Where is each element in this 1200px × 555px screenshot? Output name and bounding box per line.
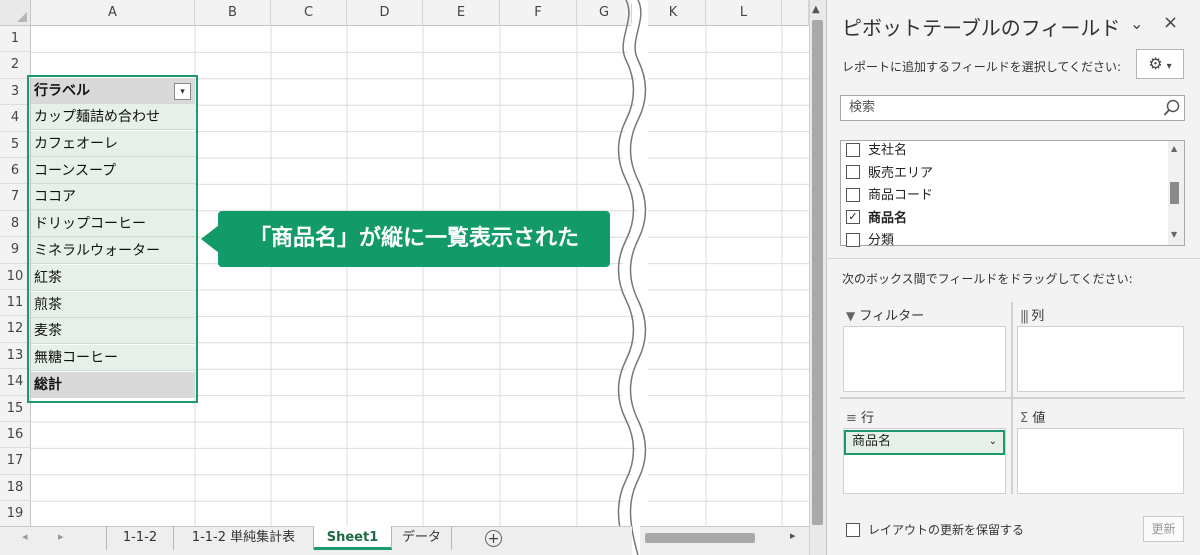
column-header-c[interactable]: C xyxy=(271,0,347,26)
sheet-tab-data[interactable]: データ xyxy=(392,526,452,550)
field-search-input[interactable]: 検索 xyxy=(840,95,1185,121)
checkbox-icon[interactable] xyxy=(846,187,860,202)
column-header-b[interactable]: B xyxy=(195,0,271,26)
sigma-icon: Σ xyxy=(1020,411,1029,426)
field-scroll-thumb[interactable] xyxy=(1170,182,1179,204)
scroll-right-arrow-icon[interactable]: ▸ xyxy=(790,529,796,542)
field-item[interactable]: ✓ 商品名 xyxy=(846,208,907,230)
row-header-17[interactable]: 17 xyxy=(0,448,31,475)
drag-instructions: 次のボックス間でフィールドをドラッグしてください: xyxy=(842,272,1133,286)
field-label: 支社名 xyxy=(868,143,908,158)
columns-area-label: ||| 列 xyxy=(1020,305,1044,324)
gear-icon[interactable]: ⚙ ▾ xyxy=(1136,49,1184,79)
filters-area-text: フィルター xyxy=(859,309,925,324)
select-all-corner[interactable] xyxy=(0,0,31,26)
scroll-up-arrow-icon[interactable]: ▲ xyxy=(812,4,820,15)
tab-scroll-right-icon[interactable]: ▸ xyxy=(58,530,64,543)
row-header-1[interactable]: 1 xyxy=(0,26,31,53)
column-header-f[interactable]: F xyxy=(500,0,577,26)
vertical-scroll-thumb[interactable] xyxy=(812,20,823,525)
row-header-19[interactable]: 19 xyxy=(0,501,31,528)
area-horizontal-divider xyxy=(840,397,1185,399)
sheet-tab-sheet1[interactable]: Sheet1 xyxy=(314,526,392,550)
field-label: 商品名 xyxy=(868,210,908,226)
field-label: 販売エリア xyxy=(868,165,934,181)
search-icon[interactable] xyxy=(1163,99,1181,117)
checkbox-icon[interactable] xyxy=(846,232,860,247)
tab-scroll-left-icon[interactable]: ◂ xyxy=(22,530,28,543)
field-item[interactable]: 販売エリア xyxy=(846,163,933,185)
values-area-label: Σ 値 xyxy=(1020,407,1045,426)
field-label: 商品コード xyxy=(868,188,934,203)
columns-icon: ||| xyxy=(1020,309,1029,324)
pane-subtitle: レポートに追加するフィールドを選択してください: xyxy=(842,60,1122,74)
sheet-break-divider xyxy=(617,0,648,555)
add-sheet-icon[interactable]: + xyxy=(485,530,502,547)
field-item[interactable]: 商品コード xyxy=(846,185,933,207)
rows-field-chip[interactable]: 商品名 ⌄ xyxy=(844,430,1005,455)
field-item[interactable]: 分類 xyxy=(846,230,894,252)
defer-checkbox-box[interactable] xyxy=(846,522,860,537)
field-label: 分類 xyxy=(868,233,895,248)
columns-drop-area[interactable] xyxy=(1017,326,1184,392)
pane-title: ピボットテーブルのフィールド xyxy=(842,16,1121,40)
column-header-e[interactable]: E xyxy=(423,0,500,26)
defer-update-text: レイアウトの更新を保留する xyxy=(868,523,1025,537)
column-header-k[interactable]: K xyxy=(640,0,706,26)
rows-area-text: 行 xyxy=(861,411,875,426)
callout-pointer xyxy=(201,225,219,253)
field-scroll-up-icon[interactable]: ▲ xyxy=(1171,144,1177,153)
filter-icon: ▼ xyxy=(846,309,856,323)
defer-update-checkbox[interactable]: レイアウトの更新を保留する xyxy=(846,521,1024,538)
columns-area-text: 列 xyxy=(1031,309,1045,324)
column-header-a[interactable]: A xyxy=(31,0,195,26)
rows-icon: ≡ xyxy=(846,411,857,426)
rows-chip-text: 商品名 xyxy=(852,434,892,449)
column-header-d[interactable]: D xyxy=(347,0,423,26)
pivot-highlight-frame xyxy=(27,75,198,403)
checkbox-icon[interactable] xyxy=(846,165,860,179)
sheet-tab-summary[interactable]: 1-1-2 単純集計表 xyxy=(174,526,314,550)
values-area-text: 値 xyxy=(1032,411,1046,426)
column-header-l[interactable]: L xyxy=(706,0,782,26)
close-icon[interactable]: × xyxy=(1163,12,1178,33)
sheet-tab-1-1-2[interactable]: 1-1-2 xyxy=(106,526,174,550)
values-drop-area[interactable] xyxy=(1017,428,1184,494)
pane-divider xyxy=(826,258,1200,259)
rows-area-label: ≡ 行 xyxy=(846,407,874,426)
filters-area-label: ▼ フィルター xyxy=(846,305,924,324)
chip-dropdown-icon[interactable]: ⌄ xyxy=(989,432,997,452)
horizontal-scroll-thumb[interactable] xyxy=(645,533,755,543)
column-header-m[interactable] xyxy=(782,0,809,26)
update-button[interactable]: 更新 xyxy=(1143,516,1184,542)
field-item[interactable]: 支社名 xyxy=(846,140,907,162)
checkbox-icon[interactable] xyxy=(846,142,860,157)
annotation-callout: 「商品名」が縦に一覧表示された xyxy=(218,211,610,267)
row-header-18[interactable]: 18 xyxy=(0,474,31,502)
checkbox-checked-icon[interactable]: ✓ xyxy=(846,210,860,224)
filters-drop-area[interactable] xyxy=(843,326,1006,392)
field-scroll-down-icon[interactable]: ▼ xyxy=(1171,230,1177,239)
pane-options-chevron-icon[interactable]: ⌄ xyxy=(1130,14,1143,33)
row-header-16[interactable]: 16 xyxy=(0,422,31,449)
